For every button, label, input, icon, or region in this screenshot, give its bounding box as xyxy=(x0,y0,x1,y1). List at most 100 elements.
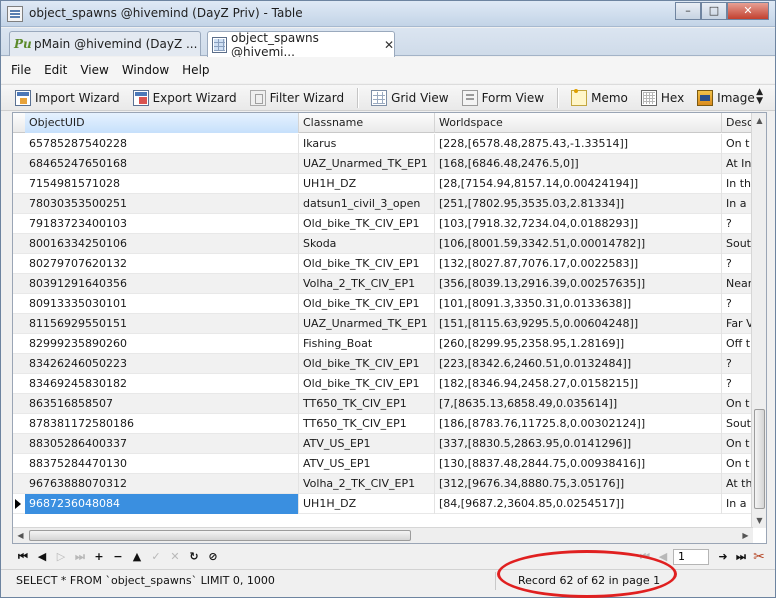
import-wizard-button[interactable]: Import Wizard xyxy=(15,89,120,106)
table-cell[interactable]: [130,[8837.48,2844.75,0.00938416]] xyxy=(435,454,722,474)
table-row[interactable]: 88305286400337 ATV_US_EP1 [337,[8830.5,286… xyxy=(13,434,752,454)
table-cell[interactable]: Old_bike_TK_CIV_EP1 xyxy=(299,354,435,374)
table-cell[interactable]: [312,[9676.34,8880.75,3.05176]] xyxy=(435,474,722,494)
table-cell[interactable]: Fishing_Boat xyxy=(299,334,435,354)
delete-record-icon[interactable]: − xyxy=(110,549,126,565)
table-cell[interactable]: [356,[8039.13,2916.39,0.00257635]] xyxy=(435,274,722,294)
grid-view-button[interactable]: Grid View xyxy=(371,89,449,106)
table-cell[interactable]: 78030353500251 xyxy=(25,194,299,214)
table-row[interactable]: 863516858507 TT650_TK_CIV_EP1 [7,[8635.13,… xyxy=(13,394,752,414)
table-cell[interactable]: Old_bike_TK_CIV_EP1 xyxy=(299,254,435,274)
table-cell[interactable]: TT650_TK_CIV_EP1 xyxy=(299,414,435,434)
menu-file[interactable]: File xyxy=(11,63,31,77)
table-cell[interactable]: UH1H_DZ xyxy=(299,494,435,514)
tab-object-spawns[interactable]: object_spawns @hivemi... ✕ xyxy=(207,31,395,59)
table-cell[interactable]: [28,[7154.94,8157.14,0.00424194]] xyxy=(435,174,722,194)
table-cell[interactable]: Volha_2_TK_CIV_EP1 xyxy=(299,474,435,494)
table-cell[interactable]: Skoda xyxy=(299,234,435,254)
minimize-button[interactable]: – xyxy=(675,2,701,20)
table-cell[interactable]: ATV_US_EP1 xyxy=(299,454,435,474)
menu-edit[interactable]: Edit xyxy=(44,63,67,77)
column-header-objectuid[interactable]: ObjectUID xyxy=(25,113,299,133)
scroll-left-icon[interactable]: ◀ xyxy=(13,528,28,543)
table-cell[interactable]: [337,[8830.5,2863.95,0.0141296]] xyxy=(435,434,722,454)
close-button[interactable]: ✕ xyxy=(727,2,769,20)
title-bar[interactable]: object_spawns @hivemind (DayZ Priv) - Ta… xyxy=(1,1,775,27)
table-row[interactable]: 83469245830182 Old_bike_TK_CIV_EP1 [182,[8… xyxy=(13,374,752,394)
table-cell[interactable]: Volha_2_TK_CIV_EP1 xyxy=(299,274,435,294)
table-cell[interactable]: [228,[6578.48,2875.43,-1.33514]] xyxy=(435,134,722,154)
export-wizard-button[interactable]: Export Wizard xyxy=(132,89,237,106)
edit-record-icon[interactable]: ▲ xyxy=(129,549,145,565)
table-cell[interactable]: [260,[8299.95,2358.95,1.28169]] xyxy=(435,334,722,354)
memo-button[interactable]: Memo xyxy=(571,88,628,106)
table-cell[interactable]: Ikarus xyxy=(299,134,435,154)
vertical-scrollbar[interactable]: ▲ ▼ xyxy=(751,113,766,528)
column-header-classname[interactable]: Classname xyxy=(299,113,435,133)
table-cell[interactable]: 96763888070312 xyxy=(25,474,299,494)
table-row[interactable]: 80279707620132 Old_bike_TK_CIV_EP1 [132,[8… xyxy=(13,254,752,274)
table-cell[interactable]: [186,[8783.76,11725.8,0.00302124]] xyxy=(435,414,722,434)
table-row[interactable]: 7154981571028 UH1H_DZ [28,[7154.94,8157.14… xyxy=(13,174,752,194)
hex-button[interactable]: Hex xyxy=(640,89,684,106)
next-record-icon[interactable]: ▷ xyxy=(53,549,69,565)
table-row[interactable]: 88375284470130 ATV_US_EP1 [130,[8837.48,28… xyxy=(13,454,752,474)
prev-record-icon[interactable]: ◀ xyxy=(34,549,50,565)
table-cell[interactable]: 79183723400103 xyxy=(25,214,299,234)
horizontal-scroll-thumb[interactable] xyxy=(29,530,411,541)
table-cell[interactable]: 7154981571028 xyxy=(25,174,299,194)
table-row[interactable]: 9687236048084 UH1H_DZ [84,[9687.2,3604.85,… xyxy=(13,494,752,514)
table-row[interactable]: 80391291640356 Volha_2_TK_CIV_EP1 [356,[80… xyxy=(13,274,752,294)
cancel-record-icon[interactable]: ✕ xyxy=(167,549,183,565)
maximize-button[interactable]: □ xyxy=(701,2,727,20)
table-cell[interactable]: TT650_TK_CIV_EP1 xyxy=(299,394,435,414)
table-row[interactable]: 78030353500251 datsun1_civil_3_open [251,[… xyxy=(13,194,752,214)
add-record-icon[interactable]: + xyxy=(91,549,107,565)
table-row[interactable]: 80913335030101 Old_bike_TK_CIV_EP1 [101,[8… xyxy=(13,294,752,314)
refresh-icon[interactable]: ↻ xyxy=(186,549,202,565)
filter-wizard-button[interactable]: Filter Wizard xyxy=(249,89,344,106)
menu-help[interactable]: Help xyxy=(182,63,209,77)
table-cell[interactable]: [168,[6846.48,2476.5,0]] xyxy=(435,154,722,174)
table-cell[interactable]: 83469245830182 xyxy=(25,374,299,394)
table-cell[interactable]: 88375284470130 xyxy=(25,454,299,474)
data-grid[interactable]: ObjectUID Classname Worldspace Desc 6578… xyxy=(12,112,767,544)
table-cell[interactable]: 863516858507 xyxy=(25,394,299,414)
table-cell[interactable]: UAZ_Unarmed_TK_EP1 xyxy=(299,154,435,174)
last-record-icon[interactable]: ⏭ xyxy=(72,549,88,565)
table-cell[interactable]: 80016334250106 xyxy=(25,234,299,254)
table-cell[interactable]: Old_bike_TK_CIV_EP1 xyxy=(299,294,435,314)
scroll-down-icon[interactable]: ▼ xyxy=(752,513,766,528)
table-cell[interactable]: 82999235890260 xyxy=(25,334,299,354)
table-cell[interactable]: [151,[8115.63,9295.5,0.00604248]] xyxy=(435,314,722,334)
table-cell[interactable]: [223,[8342.6,2460.51,0.0132484]] xyxy=(435,354,722,374)
column-header-worldspace[interactable]: Worldspace xyxy=(435,113,722,133)
first-record-icon[interactable]: ⏮ xyxy=(15,549,31,565)
table-cell[interactable]: 65785287540228 xyxy=(25,134,299,154)
table-cell[interactable]: UAZ_Unarmed_TK_EP1 xyxy=(299,314,435,334)
last-page-icon[interactable]: ⏭ xyxy=(733,549,749,565)
scroll-up-icon[interactable]: ▲ xyxy=(752,113,766,128)
table-cell[interactable]: 83426246050223 xyxy=(25,354,299,374)
table-cell[interactable]: [7,[8635.13,6858.49,0.035614]] xyxy=(435,394,722,414)
form-view-button[interactable]: Form View xyxy=(461,89,544,106)
table-cell[interactable]: Old_bike_TK_CIV_EP1 xyxy=(299,214,435,234)
menu-view[interactable]: View xyxy=(80,63,108,77)
table-row[interactable]: 82999235890260 Fishing_Boat [260,[8299.95,… xyxy=(13,334,752,354)
table-cell[interactable]: 88305286400337 xyxy=(25,434,299,454)
image-button[interactable]: Image xyxy=(697,89,755,106)
table-cell[interactable]: 80391291640356 xyxy=(25,274,299,294)
table-cell[interactable]: UH1H_DZ xyxy=(299,174,435,194)
horizontal-scrollbar[interactable]: ◀ ▶ xyxy=(13,527,753,543)
table-row[interactable]: 80016334250106 Skoda [106,[8001.59,3342.51… xyxy=(13,234,752,254)
table-cell[interactable]: 9687236048084 xyxy=(25,494,299,514)
settings-tools-icon[interactable]: ✂ xyxy=(751,549,767,565)
table-cell[interactable]: Old_bike_TK_CIV_EP1 xyxy=(299,374,435,394)
table-row[interactable]: 83426246050223 Old_bike_TK_CIV_EP1 [223,[8… xyxy=(13,354,752,374)
table-cell[interactable]: 81156929550151 xyxy=(25,314,299,334)
table-row[interactable]: 68465247650168 UAZ_Unarmed_TK_EP1 [168,[68… xyxy=(13,154,752,174)
table-row[interactable]: 81156929550151 UAZ_Unarmed_TK_EP1 [151,[81… xyxy=(13,314,754,334)
tab-pmain[interactable]: Pu pMain @hivemind (DayZ ... xyxy=(9,31,201,56)
table-cell[interactable]: [101,[8091.3,3350.31,0.0133638]] xyxy=(435,294,722,314)
table-cell[interactable]: 80279707620132 xyxy=(25,254,299,274)
